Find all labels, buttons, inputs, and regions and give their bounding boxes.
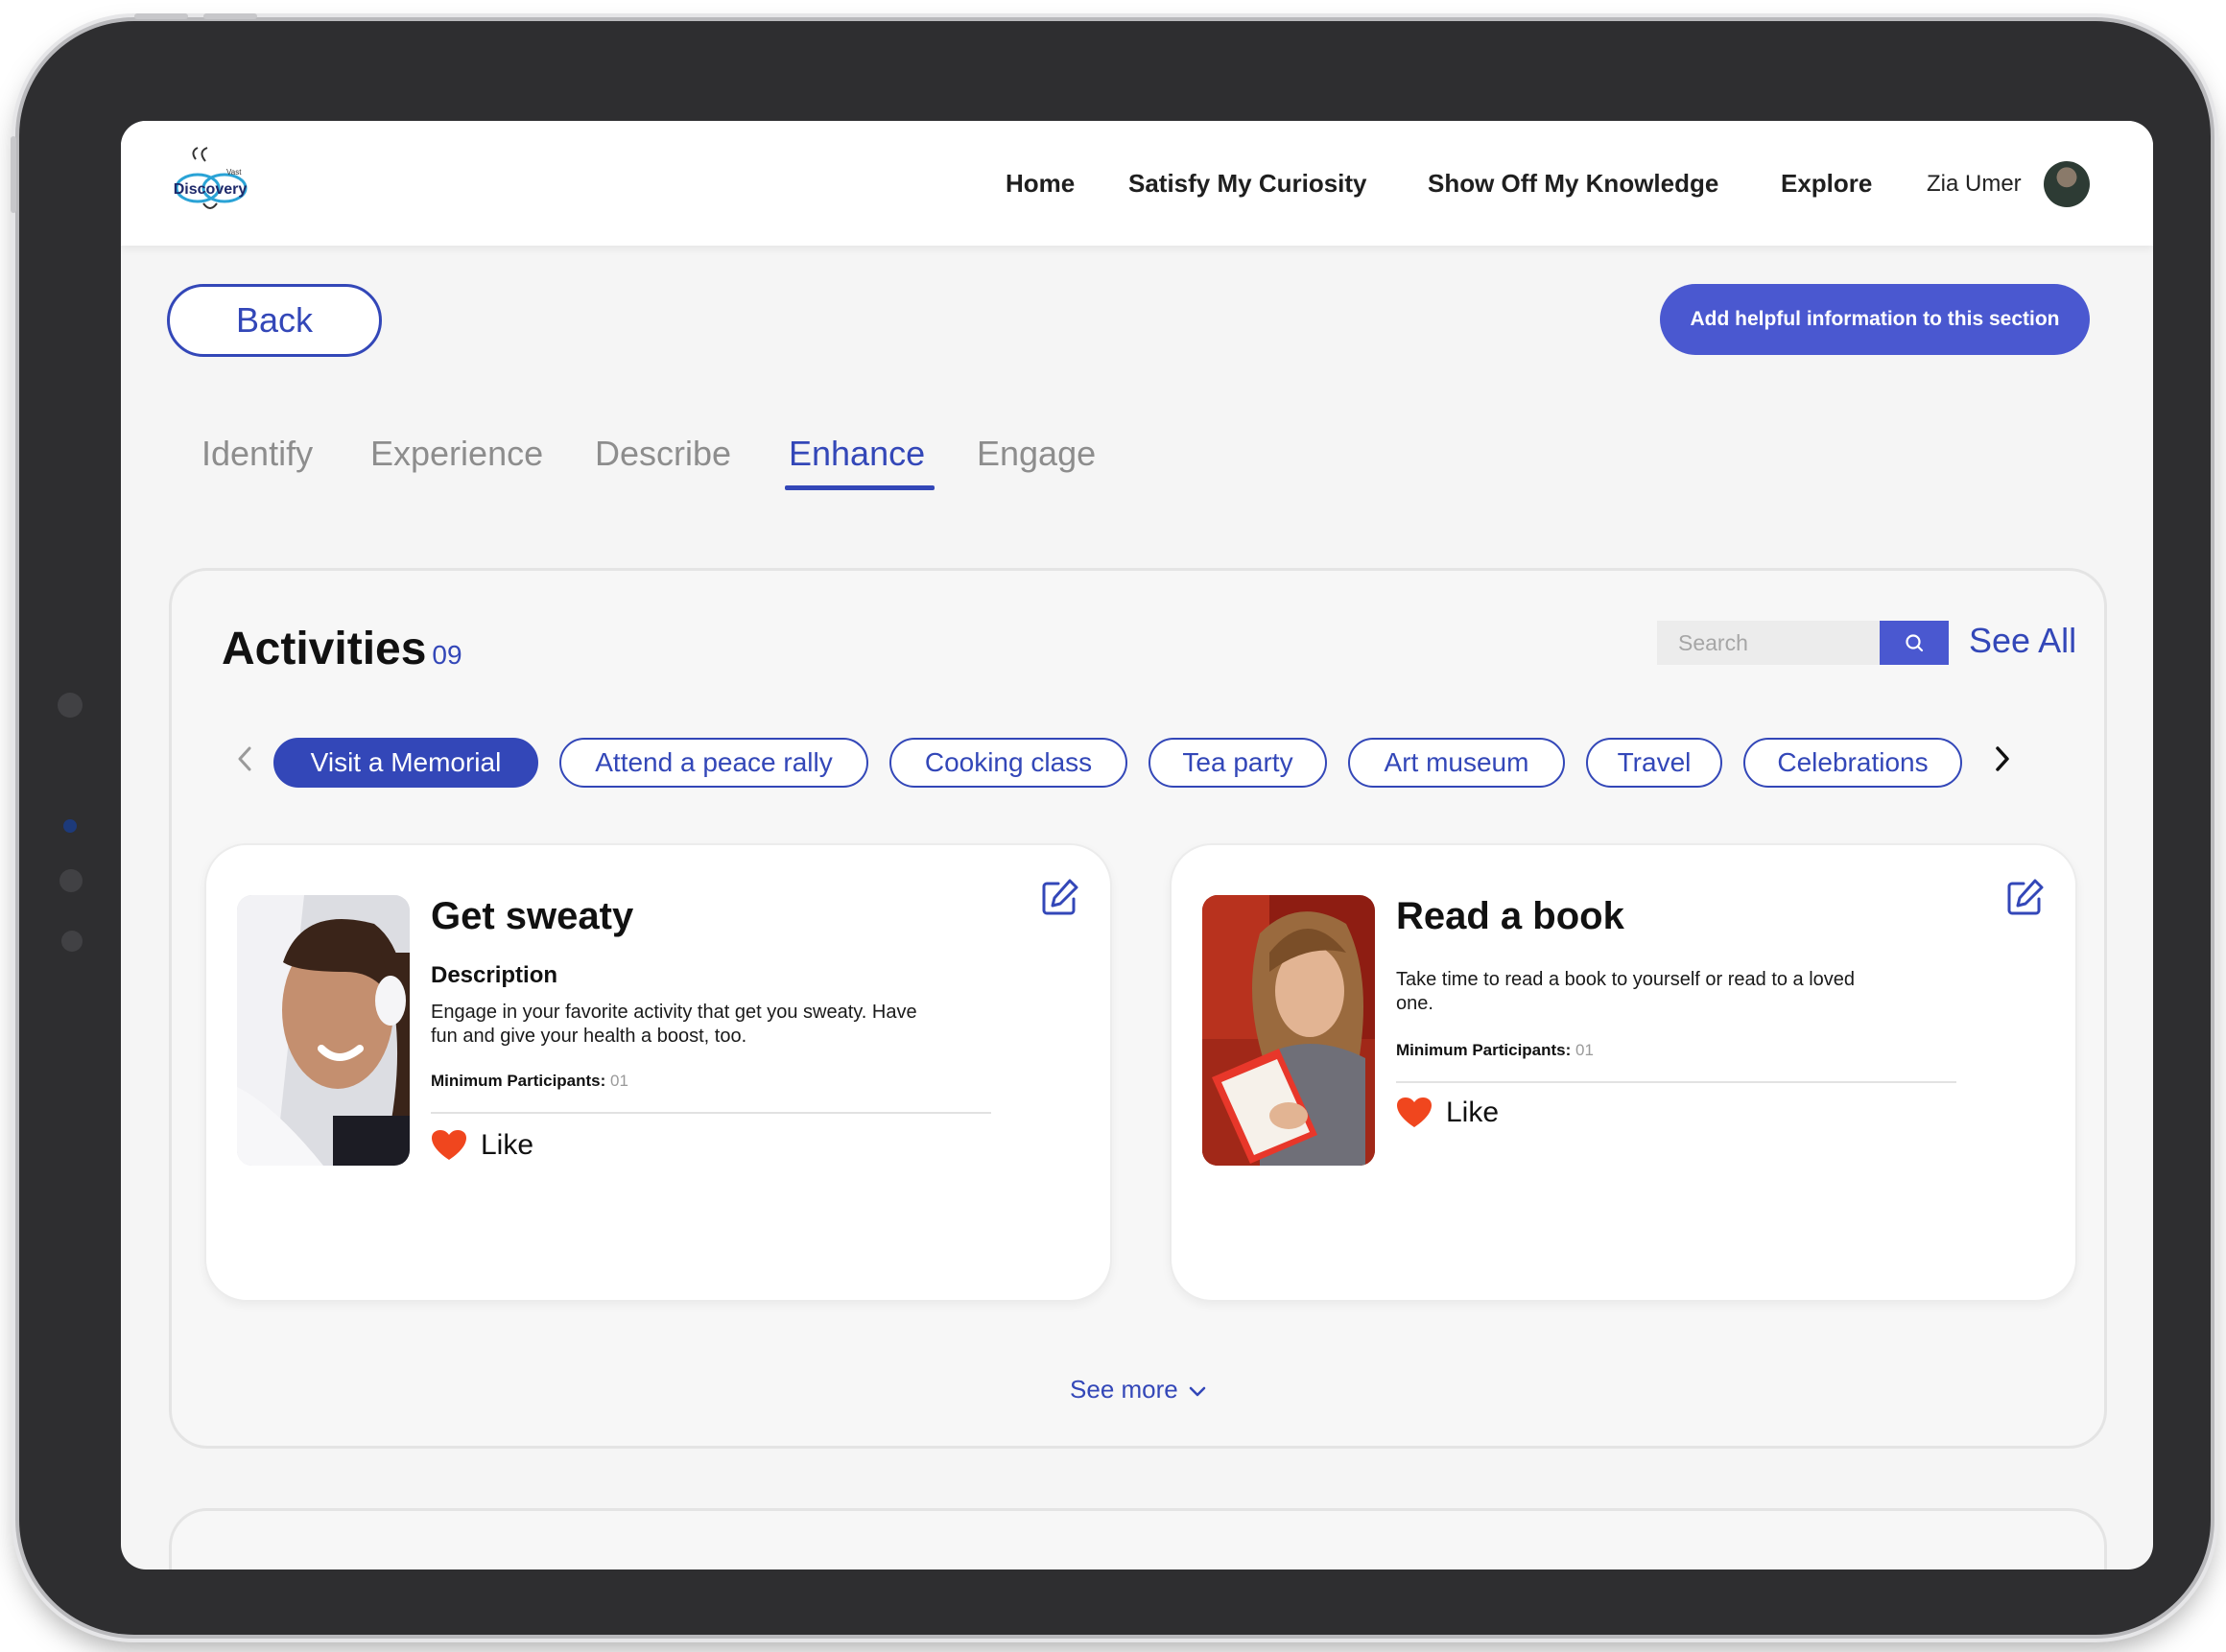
card-divider xyxy=(431,1112,991,1114)
edit-icon[interactable] xyxy=(1039,876,1081,918)
activity-description: Engage in your favorite activity that ge… xyxy=(431,1002,917,1047)
back-button[interactable]: Back xyxy=(167,284,382,357)
top-navbar: Discovery Vast Home Satisfy My Curiosity… xyxy=(121,121,2153,246)
activity-image-girl-reading xyxy=(1202,895,1375,1166)
user-name[interactable]: Zia Umer xyxy=(1927,171,2022,198)
like-label: Like xyxy=(481,1129,534,1161)
tablet-sensor xyxy=(58,693,83,718)
activity-description: Take time to read a book to yourself or … xyxy=(1396,969,1856,1014)
activity-description-heading: Description xyxy=(431,962,558,988)
like-button[interactable]: Like xyxy=(431,1129,533,1162)
see-all-link[interactable]: See All xyxy=(1969,621,2076,661)
chips-prev-button[interactable] xyxy=(225,740,264,778)
next-section-panel xyxy=(169,1508,2107,1569)
activities-panel: Activities09 See All Visit a Memorial At… xyxy=(169,568,2107,1449)
app-screen: Discovery Vast Home Satisfy My Curiosity… xyxy=(121,121,2153,1569)
heart-icon xyxy=(1397,1097,1432,1127)
like-button[interactable]: Like xyxy=(1396,1097,1499,1129)
activities-count: 09 xyxy=(432,640,462,670)
chevron-left-icon xyxy=(238,746,251,771)
nav-satisfy-my-curiosity[interactable]: Satisfy My Curiosity xyxy=(1128,169,1367,199)
chip-travel[interactable]: Travel xyxy=(1586,738,1722,788)
minimum-participants-label: Minimum Participants: xyxy=(431,1072,606,1090)
like-label: Like xyxy=(1446,1097,1500,1128)
nav-explore[interactable]: Explore xyxy=(1781,169,1872,199)
search-button[interactable] xyxy=(1880,621,1949,665)
chevron-right-icon xyxy=(1996,746,2009,771)
minimum-participants: Minimum Participants: 01 xyxy=(1396,1041,1594,1060)
tab-identify[interactable]: Identify xyxy=(201,434,313,474)
activity-card-get-sweaty[interactable]: Get sweaty Description Engage in your fa… xyxy=(204,843,1112,1302)
edit-icon[interactable] xyxy=(2004,876,2047,918)
chip-art-museum[interactable]: Art museum xyxy=(1348,738,1565,788)
see-more-label: See more xyxy=(1070,1375,1178,1404)
chip-visit-a-memorial[interactable]: Visit a Memorial xyxy=(273,738,538,788)
minimum-participants-value: 01 xyxy=(1575,1041,1594,1059)
add-helpful-info-button[interactable]: Add helpful information to this section xyxy=(1660,284,2090,355)
discovery-logo[interactable]: Discovery Vast xyxy=(167,146,253,219)
see-more-link[interactable]: See more xyxy=(172,1375,2104,1404)
activity-title: Get sweaty xyxy=(431,895,634,937)
heart-icon xyxy=(432,1130,466,1160)
tablet-camera xyxy=(63,819,77,833)
logo-text: Discovery xyxy=(174,181,248,198)
tablet-frame: Discovery Vast Home Satisfy My Curiosity… xyxy=(11,13,2211,1635)
tab-describe[interactable]: Describe xyxy=(595,434,731,474)
tab-engage[interactable]: Engage xyxy=(977,434,1096,474)
activity-title: Read a book xyxy=(1396,895,1624,937)
card-divider xyxy=(1396,1081,1956,1083)
tablet-sensor-3 xyxy=(61,931,83,952)
activity-card-read-a-book[interactable]: Read a book Take time to read a book to … xyxy=(1170,843,2077,1302)
chip-tea-party[interactable]: Tea party xyxy=(1149,738,1327,788)
chip-attend-a-peace-rally[interactable]: Attend a peace rally xyxy=(559,738,868,788)
search-input[interactable] xyxy=(1657,621,1880,665)
chips-next-button[interactable] xyxy=(1983,740,2022,778)
tablet-top-button-2 xyxy=(203,13,257,19)
logo-subtext: Vast xyxy=(226,168,242,177)
chip-celebrations[interactable]: Celebrations xyxy=(1743,738,1962,788)
minimum-participants-label: Minimum Participants: xyxy=(1396,1041,1572,1059)
search-icon xyxy=(1906,634,1924,652)
activities-title: Activities 09 xyxy=(222,623,462,675)
nav-home[interactable]: Home xyxy=(1006,169,1075,199)
chevron-down-icon xyxy=(1189,1386,1206,1397)
tablet-sensor-2 xyxy=(59,869,83,892)
chip-cooking-class[interactable]: Cooking class xyxy=(889,738,1127,788)
active-tab-indicator xyxy=(785,485,935,490)
avatar[interactable] xyxy=(2044,161,2090,207)
nav-show-off-my-knowledge[interactable]: Show Off My Knowledge xyxy=(1428,169,1718,199)
tablet-side-button xyxy=(11,136,16,213)
tab-experience[interactable]: Experience xyxy=(370,434,543,474)
minimum-participants-value: 01 xyxy=(610,1072,628,1090)
tab-enhance[interactable]: Enhance xyxy=(789,434,925,474)
minimum-participants: Minimum Participants: 01 xyxy=(431,1072,628,1091)
activities-title-text: Activities xyxy=(222,624,427,674)
activity-image-woman-smiling xyxy=(237,895,410,1166)
tablet-top-button xyxy=(134,13,188,19)
